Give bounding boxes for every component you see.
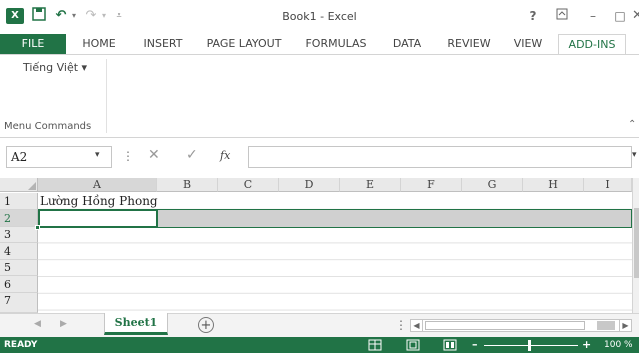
row-header-4[interactable]: 4 bbox=[0, 243, 38, 260]
scroll-left-icon[interactable]: ◀ bbox=[411, 320, 423, 331]
expand-formula-bar-icon[interactable]: ▾ bbox=[632, 150, 639, 160]
cancel-icon[interactable]: ✕ bbox=[148, 147, 164, 163]
status-mode: READY bbox=[4, 340, 38, 350]
zoom-level[interactable]: 100 % bbox=[604, 340, 638, 350]
ribbon-tabs: FILE HOME INSERT PAGE LAYOUT FORMULAS DA… bbox=[0, 34, 639, 55]
fill-handle[interactable] bbox=[35, 225, 40, 230]
row-header-5[interactable]: 5 bbox=[0, 260, 38, 276]
language-dropdown[interactable]: Tiếng Việt ▾ bbox=[8, 60, 102, 76]
sheet-tab-bar: ◀ ▶ Sheet1 + ⋮ ◀ ▶ bbox=[0, 313, 639, 337]
column-header-e[interactable]: E bbox=[340, 178, 401, 192]
name-box-value: A2 bbox=[11, 150, 28, 164]
row-header-1[interactable]: 1 bbox=[0, 193, 38, 210]
vertical-scrollbar[interactable] bbox=[632, 178, 639, 313]
column-header-g[interactable]: G bbox=[462, 178, 523, 192]
tab-add-ins[interactable]: ADD-INS bbox=[558, 34, 626, 55]
title-bar: X ↶ ▾ ↷ ▾ ⩡ Book1 - Excel ? – □ ✕ bbox=[0, 0, 639, 34]
ribbon-display-options-button[interactable] bbox=[552, 7, 572, 25]
select-all-corner[interactable] bbox=[0, 178, 38, 192]
zoom-slider[interactable] bbox=[484, 340, 578, 351]
column-header-i[interactable]: I bbox=[584, 178, 632, 192]
name-box[interactable]: A2 ▾ bbox=[6, 146, 112, 168]
row-header-3[interactable]: 3 bbox=[0, 227, 38, 243]
help-button[interactable]: ? bbox=[523, 7, 543, 25]
scrollbar-thumb[interactable] bbox=[634, 208, 639, 278]
tab-data[interactable]: DATA bbox=[382, 34, 432, 54]
page-break-view-icon[interactable] bbox=[443, 339, 457, 351]
zoom-slider-thumb[interactable] bbox=[528, 340, 531, 351]
column-header-h[interactable]: H bbox=[523, 178, 584, 192]
row-header-7[interactable]: 7 bbox=[0, 293, 38, 313]
close-icon[interactable]: ✕ bbox=[632, 7, 639, 25]
column-header-c[interactable]: C bbox=[218, 178, 279, 192]
enter-icon[interactable]: ✓ bbox=[186, 147, 202, 163]
sheet-tab-sheet1[interactable]: Sheet1 bbox=[104, 313, 168, 335]
tab-review[interactable]: REVIEW bbox=[436, 34, 502, 54]
tab-view[interactable]: VIEW bbox=[506, 34, 550, 54]
row-header-6[interactable]: 6 bbox=[0, 276, 38, 293]
scroll-sheets-left-icon[interactable]: ◀ bbox=[34, 319, 46, 329]
cell-a2-active[interactable] bbox=[38, 209, 158, 228]
group-label: Menu Commands bbox=[4, 121, 92, 132]
formula-input[interactable] bbox=[248, 146, 632, 168]
tab-insert[interactable]: INSERT bbox=[132, 34, 194, 54]
formula-bar: A2 ▾ ⋮ ✕ ✓ fx ▾ bbox=[0, 138, 639, 176]
status-bar: READY – + 100 % bbox=[0, 337, 639, 353]
column-header-f[interactable]: F bbox=[401, 178, 462, 192]
tab-split-handle-icon[interactable]: ⋮ bbox=[395, 318, 407, 332]
ribbon-panel: Tiếng Việt ▾ Menu Commands ⌃ bbox=[0, 54, 639, 138]
horizontal-scrollbar-thumb[interactable] bbox=[425, 321, 585, 330]
formula-bar-handle-icon[interactable]: ⋮ bbox=[122, 149, 134, 163]
column-header-d[interactable]: D bbox=[279, 178, 340, 192]
tab-formulas[interactable]: FORMULAS bbox=[294, 34, 378, 54]
worksheet-grid: A B C D E F G H I 1 2 3 4 5 6 7 Lường Hồ… bbox=[0, 176, 639, 313]
cell-a1[interactable]: Lường Hồng Phong bbox=[40, 193, 240, 210]
scroll-right-icon[interactable]: ▶ bbox=[619, 320, 631, 331]
normal-view-icon[interactable] bbox=[368, 339, 382, 351]
column-header-b[interactable]: B bbox=[157, 178, 218, 192]
scroll-sheets-right-icon[interactable]: ▶ bbox=[60, 319, 72, 329]
window-title: Book1 - Excel bbox=[282, 10, 357, 23]
group-separator bbox=[106, 59, 107, 133]
scrollbar-track-fill bbox=[597, 321, 615, 330]
column-header-a[interactable]: A bbox=[38, 178, 157, 192]
minimize-button[interactable]: – bbox=[583, 7, 603, 25]
restore-button[interactable]: □ bbox=[610, 7, 630, 25]
zoom-out-button[interactable]: – bbox=[472, 338, 480, 351]
insert-function-button[interactable]: fx bbox=[220, 149, 240, 162]
new-sheet-button[interactable]: + bbox=[198, 317, 214, 333]
horizontal-scrollbar[interactable]: ◀ ▶ bbox=[410, 319, 632, 332]
page-layout-view-icon[interactable] bbox=[406, 339, 420, 351]
row-header-2[interactable]: 2 bbox=[0, 210, 38, 227]
collapse-ribbon-icon[interactable]: ⌃ bbox=[628, 119, 638, 130]
zoom-in-button[interactable]: + bbox=[582, 338, 591, 351]
tab-page-layout[interactable]: PAGE LAYOUT bbox=[198, 34, 290, 54]
chevron-down-icon[interactable]: ▾ bbox=[95, 150, 100, 160]
tab-home[interactable]: HOME bbox=[70, 34, 128, 54]
tab-file[interactable]: FILE bbox=[0, 34, 66, 54]
